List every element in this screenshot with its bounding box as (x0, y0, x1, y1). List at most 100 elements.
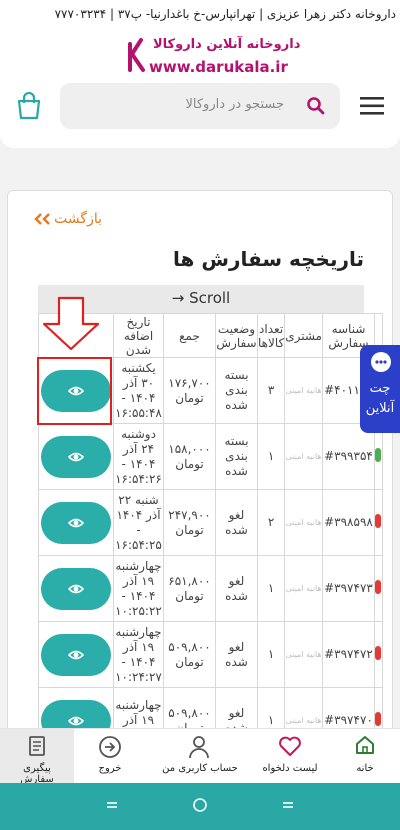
action-cell (38, 621, 114, 688)
action-cell (38, 555, 114, 622)
user-icon (189, 736, 209, 759)
search-icon[interactable] (306, 96, 326, 116)
status-indicator-cell (373, 423, 383, 490)
table-header-date: تاریخ اضافه شدن (113, 313, 164, 358)
order-date: یکشنبه ۳۰ آذر ۱۴۰۴ - ۱۶:۵۵:۴۸ (113, 357, 164, 424)
logo[interactable]: داروخانه آنلاین داروکالا www.darukala.ir (125, 34, 300, 78)
table-header-sum: جمع (163, 313, 216, 358)
view-order-button[interactable] (41, 435, 111, 478)
table-header-status: وضعیت سفارش (215, 313, 258, 358)
nav-account[interactable]: حساب کاربری من (150, 729, 250, 784)
order-sum: ۱۷۶,۷۰۰ تومان (163, 357, 216, 424)
search-placeholder: جستجو در داروکالا (185, 97, 284, 112)
status-dot (375, 579, 382, 594)
table-row: #۳۹۷۴۷۳ هانیه امینی ۱ لغو شده ۶۵۱,۸۰۰ تومان چ… (38, 555, 383, 622)
header: داروخانه آنلاین داروکالا www.darukala.ir… (0, 30, 400, 148)
nav-orders-label: پیگیری سفارش (20, 763, 54, 785)
system-back-icon[interactable] (104, 797, 120, 813)
order-history-card: بازگشت تاریخچه سفارش ها → Scroll شناسه س… (7, 190, 393, 750)
nav-home-label: خانه (356, 763, 374, 774)
system-nav-bar (0, 783, 400, 830)
item-count: ۱ (256, 555, 286, 622)
system-home-icon[interactable] (192, 797, 208, 813)
view-order-button[interactable] (41, 501, 111, 544)
table-row: #۳۹۸۵۹۸ هانیه امینی ۲ لغو شده ۲۴۷,۹۰۰ تومان ش… (38, 489, 383, 556)
eye-icon (68, 584, 84, 593)
order-date: چهارشنبه ۱۹ آذر ۱۴۰۴ - ۱۰:۲۴:۲۷ (113, 621, 164, 688)
nav-orders[interactable]: پیگیری سفارش (0, 729, 74, 785)
status-dot (375, 711, 382, 726)
table-header-count: تعداد کالاها (256, 313, 286, 358)
view-order-button[interactable] (41, 567, 111, 610)
eye-icon (68, 452, 84, 461)
eye-icon (68, 518, 84, 527)
heart-icon (279, 736, 301, 756)
order-status: لغو شده (215, 555, 258, 622)
chat-label-1: چت (369, 381, 391, 396)
order-date: شنبه ۲۲ آذر ۱۴۰۴ - ۱۶:۵۴:۲۵ (113, 489, 164, 556)
nav-logout[interactable]: خروج (80, 729, 140, 784)
logo-mark-icon (128, 38, 145, 72)
order-sum: ۶۵۱,۸۰۰ تومان (163, 555, 216, 622)
order-id: #۳۹۹۳۵۴ (321, 423, 375, 490)
order-status: بسته بندی شده (215, 357, 258, 424)
order-status: لغو شده (215, 621, 258, 688)
customer-name: هانیه امینی (284, 423, 323, 490)
item-count: ۳ (256, 357, 286, 424)
item-count: ۱ (256, 621, 286, 688)
nav-wishlist-label: لیست دلخواه (262, 763, 318, 774)
table-header-customer: مشتری (284, 313, 323, 358)
eye-icon (68, 716, 84, 725)
home-icon (356, 736, 374, 754)
order-sum: ۱۵۸,۰۰۰ تومان (163, 423, 216, 490)
search-input[interactable]: جستجو در داروکالا (60, 83, 340, 129)
customer-name: هانیه امینی (284, 357, 323, 424)
status-dot (375, 513, 382, 528)
customer-name: هانیه امینی (284, 555, 323, 622)
nav-wishlist[interactable]: لیست دلخواه (250, 729, 330, 784)
status-indicator-cell (373, 621, 383, 688)
orders-table-scroll[interactable]: → Scroll شناسه سفارش مشتری تعداد کالاها … (38, 285, 392, 749)
system-recents-icon[interactable] (280, 797, 296, 813)
customer-name: هانیه امینی (284, 489, 323, 556)
action-cell (38, 489, 114, 556)
customer-name: هانیه امینی (284, 621, 323, 688)
item-count: ۱ (256, 423, 286, 490)
nav-account-label: حساب کاربری من (162, 763, 238, 774)
status-dot (375, 447, 382, 462)
order-sum: ۵۰۹,۸۰۰ تومان (163, 621, 216, 688)
status-indicator-cell (373, 555, 383, 622)
document-icon (29, 736, 45, 756)
back-link[interactable]: بازگشت (54, 211, 102, 227)
item-count: ۲ (256, 489, 286, 556)
chat-bubble-icon (371, 352, 391, 372)
down-arrow-icon (42, 296, 100, 351)
table-row: #۳۹۹۳۵۴ هانیه امینی ۱ بسته بندی شده ۱۵۸,۰۰۰ … (38, 423, 383, 490)
shopping-bag-icon[interactable] (16, 92, 42, 120)
view-order-button[interactable] (41, 633, 111, 676)
hamburger-menu-icon[interactable] (360, 96, 384, 116)
page: داروخانه دکتر زهرا عزیزی | تهرانپارس-خ ب… (0, 0, 400, 830)
page-title: تاریخچه سفارش ها (173, 247, 364, 271)
status-indicator-cell (373, 489, 383, 556)
double-chevron-icon[interactable] (34, 213, 52, 225)
nav-home[interactable]: خانه (330, 729, 400, 784)
highlight-box (37, 357, 112, 425)
store-info-bar: داروخانه دکتر زهرا عزیزی | تهرانپارس-خ ب… (0, 0, 400, 30)
order-sum: ۲۴۷,۹۰۰ تومان (163, 489, 216, 556)
bottom-nav: خانه لیست دلخواه حساب کاربری من خروج پیگ… (0, 728, 400, 785)
order-id: #۳۹۷۴۷۲ (321, 621, 375, 688)
eye-icon (68, 650, 84, 659)
order-id: #۳۹۷۴۷۳ (321, 555, 375, 622)
status-dot (375, 645, 382, 660)
online-chat-button[interactable]: چت آنلاین (360, 345, 400, 433)
arrow-annotation (40, 296, 102, 352)
nav-logout-label: خروج (98, 763, 122, 774)
logo-text-fa: داروخانه آنلاین داروکالا (153, 37, 301, 52)
chat-label-2: آنلاین (365, 401, 395, 416)
logout-icon (99, 736, 121, 758)
order-date: چهارشنبه ۱۹ آذر ۱۴۰۴ - ۱۰:۲۵:۲۲ (113, 555, 164, 622)
action-cell (38, 423, 114, 490)
order-id: #۳۹۸۵۹۸ (321, 489, 375, 556)
order-status: بسته بندی شده (215, 423, 258, 490)
